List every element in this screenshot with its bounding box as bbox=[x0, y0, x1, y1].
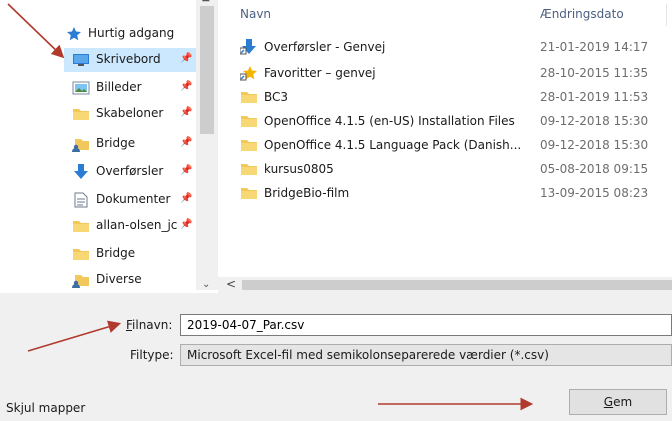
nav-item-templates[interactable]: Skabeloner 📌 bbox=[64, 102, 196, 126]
save-form: Filnavn: 2019-04-07_Par.csv Filtype: Mic… bbox=[0, 293, 672, 421]
nav-scroll-thumb[interactable] bbox=[200, 6, 214, 134]
nav-item-diverse[interactable]: Diverse bbox=[64, 268, 196, 292]
folder-icon bbox=[240, 161, 258, 177]
documents-icon bbox=[72, 192, 90, 208]
file-row[interactable]: OpenOffice 4.1.5 Language Pack (Danish..… bbox=[218, 134, 672, 156]
folder-icon bbox=[72, 106, 90, 122]
user-folder-icon bbox=[72, 272, 90, 288]
folder-icon bbox=[72, 218, 90, 234]
folder-icon bbox=[240, 137, 258, 153]
scroll-up-icon[interactable]: ▲ bbox=[202, 0, 210, 3]
save-button[interactable]: Gem bbox=[569, 389, 667, 415]
file-list: Navn Ændringsdato Overførsler - Genvej 2… bbox=[218, 0, 672, 290]
file-row[interactable]: Overførsler - Genvej 21-01-2019 14:17 bbox=[218, 36, 672, 58]
folder-icon bbox=[72, 246, 90, 262]
folder-icon bbox=[240, 113, 258, 129]
nav-vertical-scrollbar[interactable]: ▲ ⌄ bbox=[196, 0, 218, 290]
user-folder-icon bbox=[72, 136, 90, 152]
file-row[interactable]: kursus0805 05-08-2018 09:15 bbox=[218, 158, 672, 180]
pin-icon[interactable]: 📌 bbox=[180, 137, 192, 148]
column-divider[interactable] bbox=[666, 4, 667, 26]
filename-input[interactable]: 2019-04-07_Par.csv bbox=[180, 314, 672, 336]
nav-item-quick-access[interactable]: Hurtig adgang bbox=[64, 22, 196, 46]
pin-icon[interactable]: 📌 bbox=[180, 81, 192, 92]
nav-item-desktop[interactable]: Skrivebord 📌 bbox=[64, 48, 196, 72]
nav-item-bridge[interactable]: Bridge 📌 bbox=[64, 132, 196, 156]
star-icon bbox=[66, 26, 82, 42]
column-header-date[interactable]: Ændringsdato bbox=[540, 7, 624, 21]
file-row[interactable]: BC3 28-01-2019 11:53 bbox=[218, 86, 672, 108]
file-row[interactable]: BridgeBio-film 13-09-2015 08:23 bbox=[218, 182, 672, 204]
pin-icon[interactable]: 📌 bbox=[180, 165, 192, 176]
nav-item-downloads[interactable]: Overførsler 📌 bbox=[64, 160, 196, 184]
chevron-down-icon[interactable]: ⌄ bbox=[202, 279, 210, 290]
hide-folders-toggle[interactable]: Skjul mapper bbox=[6, 401, 85, 415]
annotation-arrow bbox=[7, 3, 65, 59]
horizontal-scroll-thumb[interactable] bbox=[242, 280, 672, 290]
file-row[interactable]: OpenOffice 4.1.5 (en-US) Installation Fi… bbox=[218, 110, 672, 132]
pin-icon[interactable]: 📌 bbox=[180, 107, 192, 118]
nav-item-bridge-2[interactable]: Bridge bbox=[64, 242, 196, 266]
download-icon bbox=[72, 164, 90, 180]
filetype-select[interactable]: Microsoft Excel-fil med semikolonseparer… bbox=[180, 344, 672, 366]
nav-item-pictures[interactable]: Billeder 📌 bbox=[64, 76, 196, 100]
filetype-label: Filtype: bbox=[130, 348, 174, 362]
column-header-name[interactable]: Navn bbox=[240, 7, 271, 21]
navigation-pane: Hurtig adgang Skrivebord 📌 Billeder 📌 Sk… bbox=[64, 0, 196, 290]
pin-icon[interactable]: 📌 bbox=[180, 219, 192, 230]
nav-item-documents[interactable]: Dokumenter 📌 bbox=[64, 188, 196, 212]
nav-item-allan-olsen[interactable]: allan-olsen_jc 📌 bbox=[64, 214, 196, 238]
folder-icon bbox=[240, 185, 258, 201]
filename-label: Filnavn: bbox=[126, 318, 173, 332]
chevron-left-icon[interactable]: < bbox=[226, 277, 236, 291]
pictures-icon bbox=[72, 80, 90, 96]
folder-icon bbox=[240, 89, 258, 105]
favorites-shortcut-icon bbox=[240, 65, 258, 81]
desktop-icon bbox=[72, 52, 90, 68]
pin-icon[interactable]: 📌 bbox=[180, 193, 192, 204]
file-row[interactable]: Favoritter – genvej 28-10-2015 11:35 bbox=[218, 62, 672, 84]
pin-icon[interactable]: 📌 bbox=[180, 53, 192, 64]
file-list-horizontal-scrollbar[interactable]: < bbox=[218, 277, 672, 293]
download-shortcut-icon bbox=[240, 39, 258, 55]
